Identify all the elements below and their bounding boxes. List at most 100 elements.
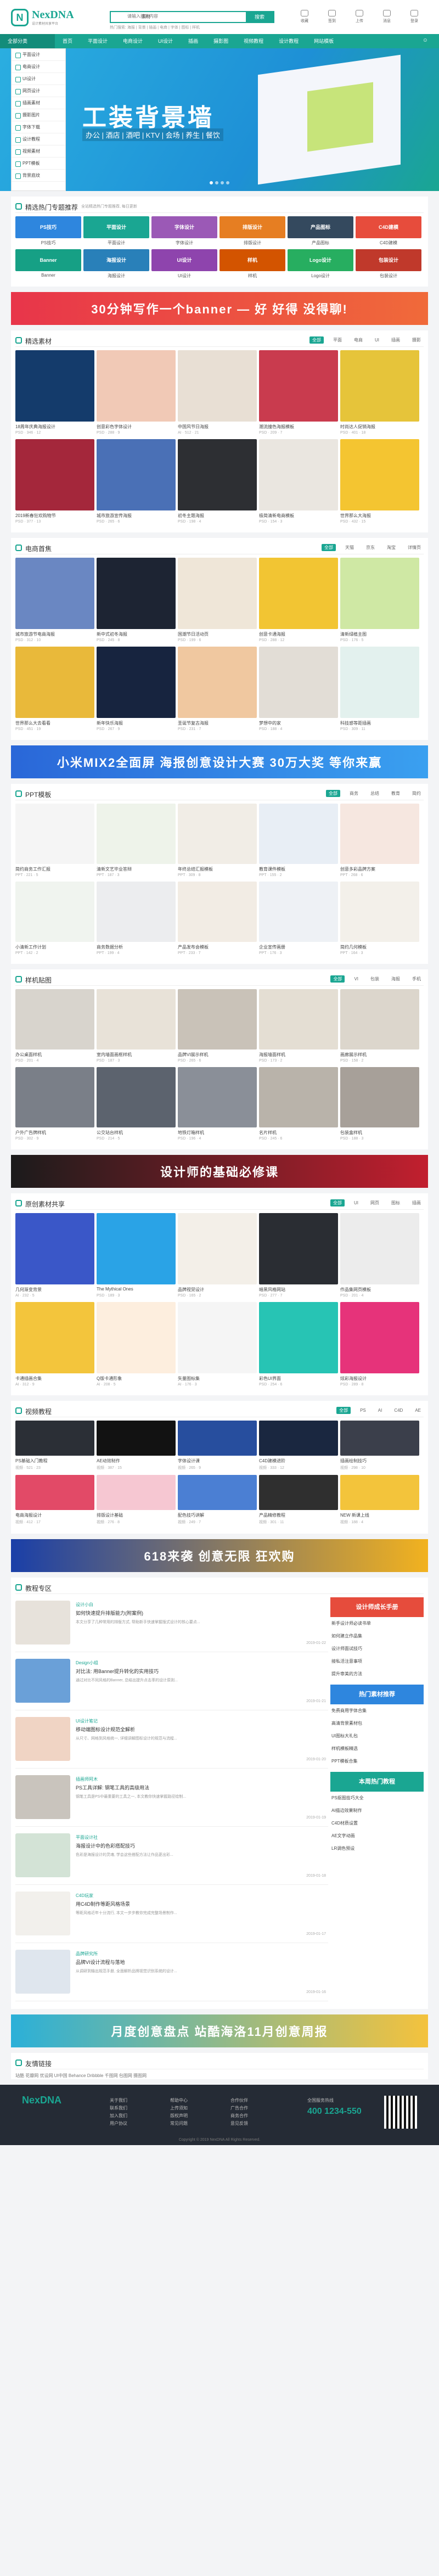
nav-item-3[interactable]: 电商设计 bbox=[115, 34, 150, 48]
footer-link[interactable]: 关于我们 bbox=[110, 2097, 127, 2104]
side-link[interactable]: 高清背景素材包 bbox=[330, 1717, 424, 1730]
section-tab[interactable]: 插画 bbox=[389, 336, 403, 344]
cat-item[interactable]: 排版设计 排版设计 bbox=[219, 216, 285, 246]
card[interactable]: 清新文艺毕业答辩 PPT · 187 · 3 bbox=[97, 804, 176, 877]
dropdown-item[interactable]: 平面设计 bbox=[12, 49, 65, 61]
nav-item-4[interactable]: UI设计 bbox=[150, 34, 181, 48]
side-link[interactable]: PS抠图技巧大全 bbox=[330, 1792, 424, 1804]
post-title[interactable]: PS工具详解: 钢笔工具的高级用法 bbox=[76, 1784, 149, 1791]
promo-banner[interactable]: 设计师的基础必修课 bbox=[11, 1155, 428, 1188]
tool-2[interactable]: 上传 bbox=[346, 10, 373, 24]
card[interactable]: 教育课件模板 PPT · 155 · 2 bbox=[259, 804, 338, 877]
side-link[interactable]: 新手设计师必读书单 bbox=[330, 1617, 424, 1630]
section-tab[interactable]: 电商 bbox=[351, 336, 365, 344]
card[interactable]: 包装盒样机 PSD · 188 · 3 bbox=[340, 1067, 419, 1141]
nav-item-9[interactable]: 网站模板 bbox=[306, 34, 341, 48]
post-author[interactable]: 平面设计社 bbox=[76, 1834, 98, 1840]
links-list[interactable]: 站酷 花瓣网 优设网 UI中国 Behance Dribbble 千图网 包图网… bbox=[15, 2073, 424, 2079]
side-link[interactable]: 设计师面试技巧 bbox=[330, 1642, 424, 1655]
section-tab[interactable]: C4D bbox=[391, 1407, 406, 1413]
card[interactable]: 室内墙面画框样机 PSD · 187 · 3 bbox=[97, 989, 176, 1063]
cat-item[interactable]: Banner Banner bbox=[15, 249, 81, 278]
section-tab[interactable]: 详情页 bbox=[405, 544, 424, 551]
section-tab[interactable]: 总结 bbox=[368, 790, 382, 797]
tool-4[interactable]: 登录 bbox=[401, 10, 428, 24]
side-link[interactable]: 接私活注意事项 bbox=[330, 1655, 424, 1668]
nav-item-6[interactable]: 摄影图 bbox=[206, 34, 236, 48]
card[interactable]: 中国风节日海报 AI · 512 · 21 bbox=[178, 350, 257, 435]
post-author[interactable]: Design小组 bbox=[76, 1660, 98, 1666]
cat-item[interactable]: 平面设计 平面设计 bbox=[83, 216, 149, 246]
card[interactable]: 初冬主题海报 PSD · 198 · 4 bbox=[178, 439, 257, 524]
promo-banner[interactable]: 618来袭 创意无限 狂欢购 bbox=[11, 1539, 428, 1572]
card[interactable]: 公交站台样机 PSD · 214 · 5 bbox=[97, 1067, 176, 1141]
footer-link[interactable]: 广告合作 bbox=[230, 2104, 248, 2112]
card[interactable]: 科技感等距插画 PSD · 309 · 11 bbox=[340, 647, 419, 731]
side-link[interactable]: AE文字动画 bbox=[330, 1829, 424, 1842]
post-title[interactable]: 海报设计中的色彩搭配技巧 bbox=[76, 1842, 135, 1849]
card[interactable]: 品牌VI展示样机 PSD · 265 · 6 bbox=[178, 989, 257, 1063]
card[interactable]: 创意多彩品牌方案 PPT · 268 · 6 bbox=[340, 804, 419, 877]
card[interactable]: 卡通插画合集 AI · 312 · 9 bbox=[15, 1302, 94, 1387]
carousel-dot[interactable] bbox=[226, 181, 229, 184]
card[interactable]: 彩色UI界面 PSD · 254 · 6 bbox=[259, 1302, 338, 1387]
card[interactable]: 世界那么大去看看 PSD · 451 · 19 bbox=[15, 647, 94, 731]
promo-banner[interactable]: 小米MIX2全面屏 海报创意设计大赛 30万大奖 等你来赢 bbox=[11, 745, 428, 778]
hot-words[interactable]: 热门搜索: 海报 | 背景 | 插画 | 电商 | 字体 | 图标 | 样机 bbox=[110, 25, 200, 30]
side-head[interactable]: 设计师成长手册 bbox=[330, 1597, 424, 1617]
user-icon[interactable]: ☺ bbox=[423, 37, 428, 43]
side-link[interactable]: AI描边效果制作 bbox=[330, 1804, 424, 1817]
section-tab[interactable]: UI bbox=[372, 337, 382, 343]
side-link[interactable]: LR调色预设 bbox=[330, 1842, 424, 1855]
side-link[interactable]: PPT模板合集 bbox=[330, 1755, 424, 1767]
post-author[interactable]: 设计小白 bbox=[76, 1602, 93, 1608]
card[interactable]: PS基础入门教程 视频 · 521 · 23 bbox=[15, 1421, 94, 1471]
card[interactable]: 城市旅游宣传海报 PSD · 265 · 6 bbox=[97, 439, 176, 524]
card[interactable]: 电商海报设计 视频 · 412 · 17 bbox=[15, 1475, 94, 1525]
dropdown-item[interactable]: 电商设计 bbox=[12, 61, 65, 73]
footer-link[interactable]: 联系我们 bbox=[110, 2104, 127, 2112]
nav-item-5[interactable]: 插画 bbox=[181, 34, 206, 48]
section-tab[interactable]: 天猫 bbox=[342, 544, 357, 551]
card[interactable]: 作品集网页模板 PSD · 201 · 4 bbox=[340, 1213, 419, 1298]
footer-link[interactable]: 上传须知 bbox=[170, 2104, 188, 2112]
carousel-dot[interactable] bbox=[215, 181, 218, 184]
side-link[interactable]: UI图标大礼包 bbox=[330, 1730, 424, 1742]
card[interactable]: 矢量图标集 AI · 176 · 3 bbox=[178, 1302, 257, 1387]
footer-link[interactable]: 版权声明 bbox=[170, 2112, 188, 2120]
post-item[interactable]: 设计小白 如何快速提升排版能力(附案例) 本文分享了几种常用的排版方式, 帮助新手快… bbox=[15, 1597, 328, 1652]
nav-item-2[interactable]: 平面设计 bbox=[80, 34, 115, 48]
footer-link[interactable]: 用户协议 bbox=[110, 2120, 127, 2128]
cat-item[interactable]: PS技巧 PS技巧 bbox=[15, 216, 81, 246]
card[interactable]: 几何渐变背景 AI · 232 · 5 bbox=[15, 1213, 94, 1298]
post-title[interactable]: 对比法: 用Banner提升转化的实用技巧 bbox=[76, 1668, 159, 1675]
card[interactable]: 18周年庆典海报设计 PSD · 346 · 12 bbox=[15, 350, 94, 435]
card[interactable]: 小清新工作计划 PPT · 142 · 2 bbox=[15, 882, 94, 955]
card[interactable]: 时尚达人促销海报 PSD · 401 · 18 bbox=[340, 350, 419, 435]
post-title[interactable]: 如何快速提升排版能力(附案例) bbox=[76, 1609, 143, 1617]
section-tab[interactable]: 简约 bbox=[409, 790, 424, 797]
card[interactable]: 圣诞节复古海报 PSD · 231 · 7 bbox=[178, 647, 257, 731]
dropdown-item[interactable]: 背景底纹 bbox=[12, 170, 65, 182]
footer-link[interactable]: 常见问题 bbox=[170, 2120, 188, 2128]
section-tab[interactable]: 平面 bbox=[330, 336, 345, 344]
card[interactable]: 海报墙面样机 PSD · 173 · 2 bbox=[259, 989, 338, 1063]
card[interactable]: 字体设计课 视频 · 265 · 9 bbox=[178, 1421, 257, 1471]
post-item[interactable]: Design小组 对比法: 用Banner提升转化的实用技巧 通过对比不同风格的Ba… bbox=[15, 1655, 328, 1710]
section-tab[interactable]: 手机 bbox=[409, 975, 424, 983]
section-tab[interactable]: 商务 bbox=[347, 790, 361, 797]
search-button[interactable]: 搜索 bbox=[246, 12, 273, 22]
post-title[interactable]: 移动端图标设计规范全解析 bbox=[76, 1726, 135, 1733]
card[interactable]: 品牌视觉设计 PSD · 165 · 2 bbox=[178, 1213, 257, 1298]
section-tab[interactable]: 京东 bbox=[363, 544, 378, 551]
card[interactable]: 世界那么大海报 PSD · 432 · 15 bbox=[340, 439, 419, 524]
card[interactable]: 配色技巧讲解 视频 · 249 · 7 bbox=[178, 1475, 257, 1525]
card[interactable]: 地铁灯箱样机 PSD · 196 · 4 bbox=[178, 1067, 257, 1141]
card[interactable]: 创意卡通海报 PSD · 288 · 12 bbox=[259, 558, 338, 642]
card[interactable]: 简约几何模板 PPT · 164 · 3 bbox=[340, 882, 419, 955]
post-author[interactable]: C4D玩家 bbox=[76, 1893, 93, 1899]
section-tab[interactable]: 全部 bbox=[309, 336, 324, 344]
post-title[interactable]: 用C4D制作等距风格场景 bbox=[76, 1900, 130, 1907]
section-tab[interactable]: 摄影 bbox=[409, 336, 424, 344]
dropdown-item[interactable]: UI设计 bbox=[12, 73, 65, 85]
